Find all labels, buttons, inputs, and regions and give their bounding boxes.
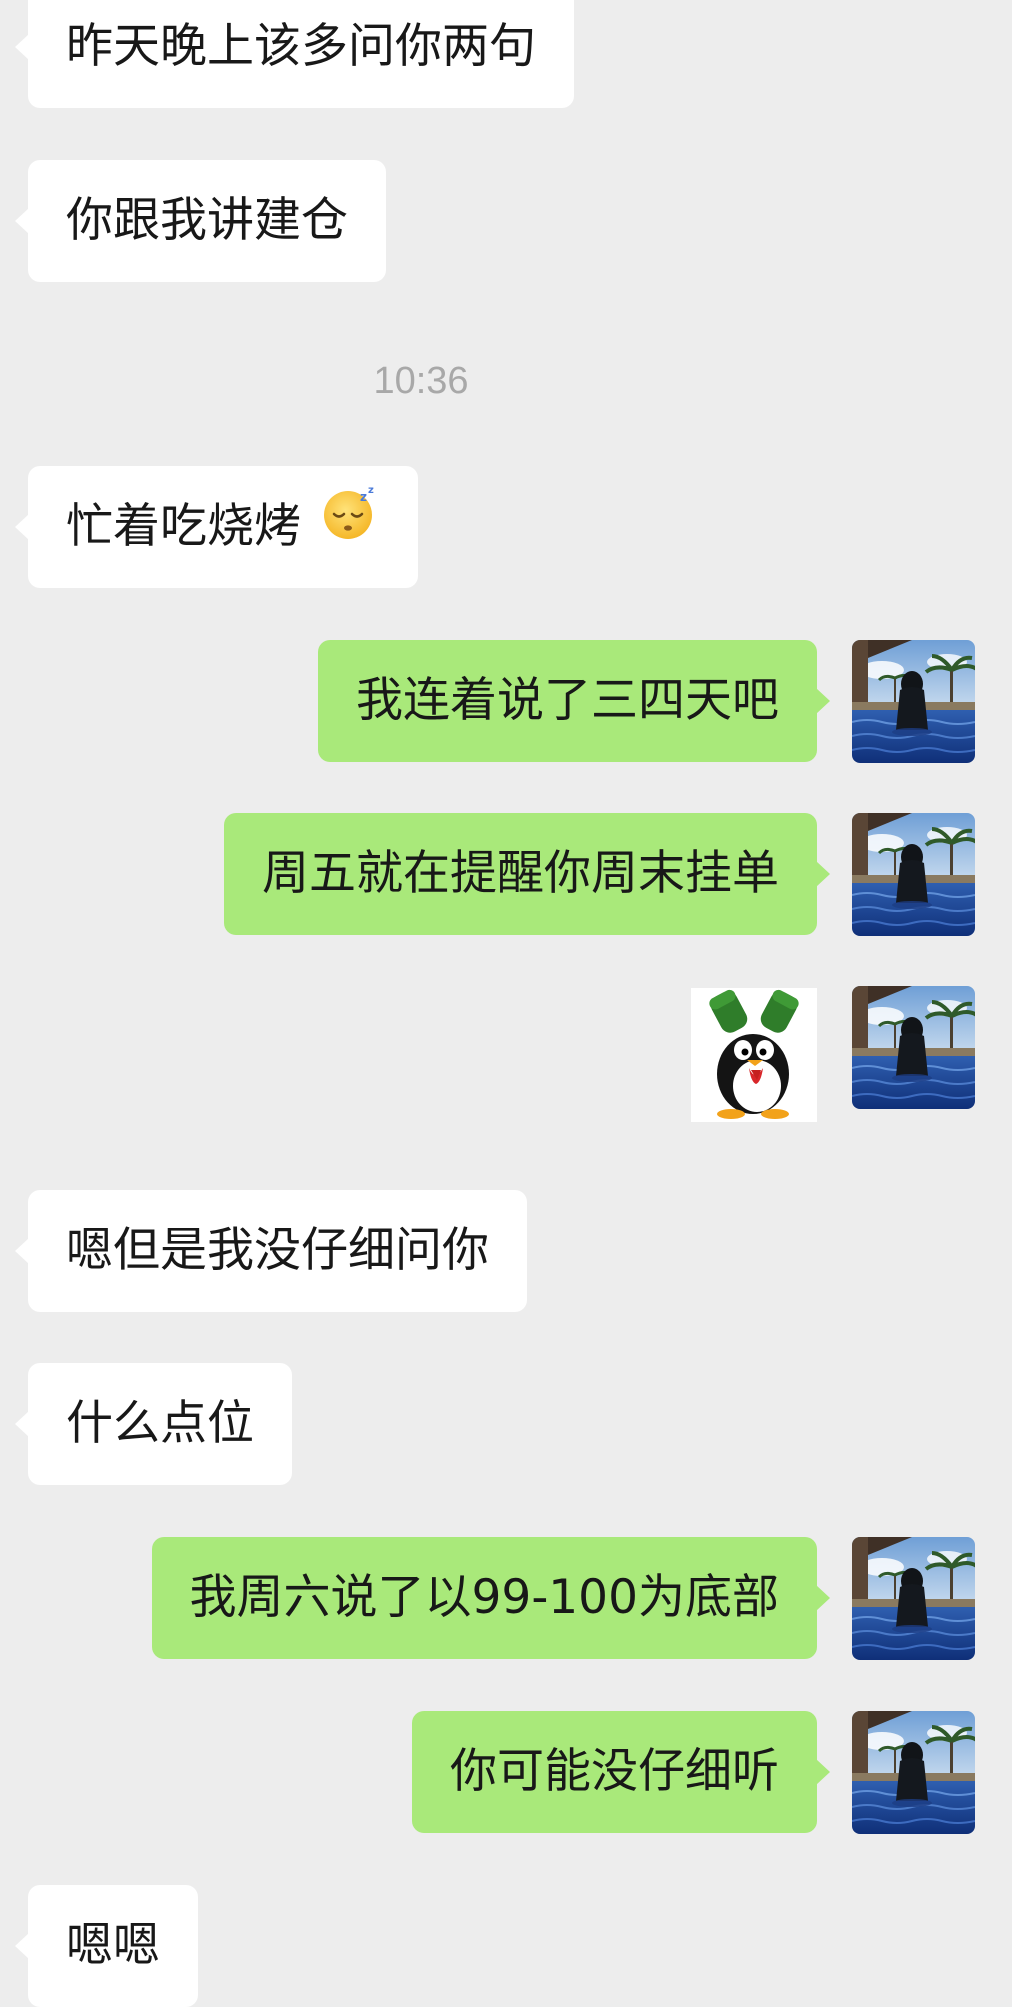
message-text: 忙着吃烧烤 [66,499,301,554]
user-avatar[interactable] [852,813,975,936]
message-text: 嗯但是我没仔细问你 [66,1223,489,1278]
svg-text:z: z [368,485,374,496]
sleeping-face-icon: z z [322,465,380,587]
incoming-message-bubble[interactable]: 你跟我讲建仓 [15,160,386,282]
incoming-message-bubble[interactable]: 嗯但是我没仔细问你 [15,1190,527,1312]
chat-message-list[interactable]: 昨天晚上该多问你两句 你跟我讲建仓 10:36 忙着吃烧烤 z z 我连着说了三… [0,0,1012,2007]
incoming-message-bubble[interactable]: 嗯嗯 [15,1885,198,2007]
message-text: 昨天晚上该多问你两句 [66,19,536,74]
svg-text:z: z [360,490,367,504]
message-text: 我周六说了以99-100为底部 [189,1570,779,1625]
incoming-message-bubble[interactable]: 昨天晚上该多问你两句 [15,0,574,108]
message-text: 什么点位 [66,1396,254,1451]
outgoing-message-bubble[interactable]: 周五就在提醒你周末挂单 [224,813,830,935]
message-text: 周五就在提醒你周末挂单 [262,846,779,901]
user-avatar[interactable] [852,986,975,1109]
user-avatar[interactable] [852,640,975,763]
message-text: 我连着说了三四天吧 [356,673,779,728]
user-avatar[interactable] [852,1711,975,1834]
incoming-message-bubble[interactable]: 什么点位 [15,1363,292,1485]
outgoing-message-bubble[interactable]: 我连着说了三四天吧 [318,640,830,762]
incoming-message-bubble[interactable]: 忙着吃烧烤 z z [15,465,418,588]
outgoing-message-bubble[interactable]: 你可能没仔细听 [412,1711,830,1833]
user-avatar[interactable] [852,1537,975,1660]
outgoing-message-bubble[interactable]: 我周六说了以99-100为底部 [151,1537,831,1659]
message-text: 你跟我讲建仓 [66,193,348,248]
message-text: 嗯嗯 [66,1918,160,1973]
penguin-sticker[interactable] [691,988,817,1122]
message-timestamp: 10:36 [373,360,469,402]
message-text: 你可能没仔细听 [450,1744,779,1799]
